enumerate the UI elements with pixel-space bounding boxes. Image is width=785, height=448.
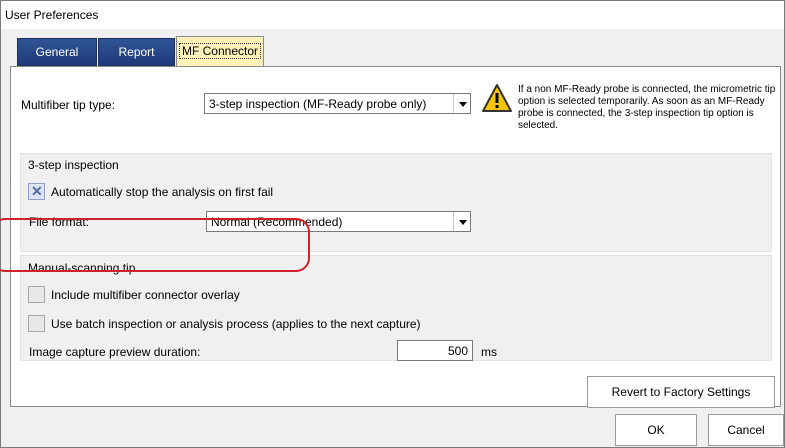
highlight-annotation xyxy=(0,218,310,272)
warning-triangle-icon xyxy=(482,84,512,112)
batch-checkbox[interactable] xyxy=(28,315,45,332)
preview-duration-label: Image capture preview duration: xyxy=(29,345,201,359)
window-title: User Preferences xyxy=(1,1,784,29)
tab-mf-connector-label: MF Connector xyxy=(178,43,262,59)
mf-connector-panel: Multifiber tip type: 3-step inspection (… xyxy=(0,66,781,408)
multifiber-tip-value: 3-step inspection (MF-Ready probe only) xyxy=(209,97,427,111)
chevron-down-icon[interactable] xyxy=(453,94,470,113)
chevron-down-icon[interactable] xyxy=(453,212,470,231)
tab-general[interactable]: General xyxy=(17,38,97,66)
three-step-heading: 3-step inspection xyxy=(28,158,119,172)
multifiber-tip-label: Multifiber tip type: xyxy=(21,98,116,112)
preview-duration-input[interactable]: 500 xyxy=(397,340,473,361)
user-preferences-dialog: User Preferences General Report MF Conne… xyxy=(0,0,785,448)
checkmark-x-icon: ✕ xyxy=(31,183,43,199)
multifiber-tip-select[interactable]: 3-step inspection (MF-Ready probe only) xyxy=(204,93,471,114)
auto-stop-checkbox[interactable]: ✕ xyxy=(28,183,45,200)
warning-message: If a non MF-Ready probe is connected, th… xyxy=(518,84,776,131)
tab-mf-connector[interactable]: MF Connector xyxy=(176,36,264,67)
tab-report[interactable]: Report xyxy=(98,38,175,66)
ok-button[interactable]: OK xyxy=(615,414,697,446)
auto-stop-label: Automatically stop the analysis on first… xyxy=(51,185,274,199)
batch-label: Use batch inspection or analysis process… xyxy=(51,317,421,331)
overlay-checkbox[interactable] xyxy=(28,286,45,303)
preview-duration-unit: ms xyxy=(481,345,497,359)
revert-factory-settings-button[interactable]: Revert to Factory Settings xyxy=(587,376,775,408)
overlay-label: Include multifiber connector overlay xyxy=(51,288,240,302)
cancel-button[interactable]: Cancel xyxy=(708,414,784,446)
